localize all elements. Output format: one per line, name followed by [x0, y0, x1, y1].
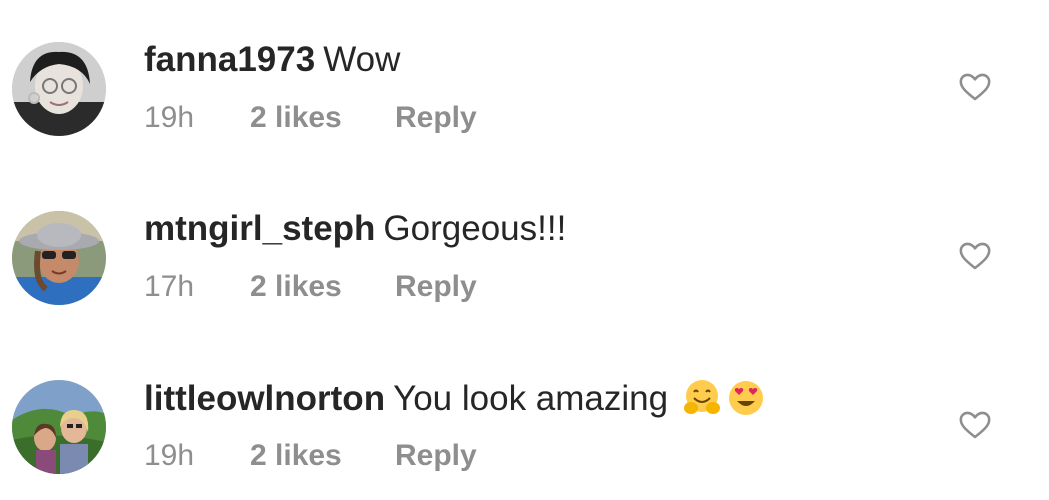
- comment-list: fanna1973 Wow 19h 2 likes Reply mtngirl_…: [0, 0, 1049, 500]
- reply-button[interactable]: Reply: [395, 100, 477, 136]
- avatar-woman-glasses-icon: [12, 42, 106, 136]
- likes-count[interactable]: 2 likes: [250, 438, 395, 474]
- avatar[interactable]: [12, 380, 106, 474]
- heart-eyes-emoji-icon: [726, 378, 766, 418]
- hugging-face-emoji-icon: [682, 378, 722, 418]
- timestamp: 19h: [144, 439, 195, 472]
- username[interactable]: littleowlnorton: [144, 379, 385, 418]
- comment-meta: 19h 2 likes Reply: [144, 100, 477, 136]
- avatar-woman-hat-sunglasses-icon: [12, 211, 106, 305]
- comment-text-line: mtngirl_steph Gorgeous!!!: [144, 209, 566, 249]
- comment-item: fanna1973 Wow 19h 2 likes Reply: [0, 22, 1049, 162]
- heart-outline-icon[interactable]: [958, 408, 992, 442]
- avatar[interactable]: [12, 42, 106, 136]
- avatar[interactable]: [12, 211, 106, 305]
- heart-outline-icon[interactable]: [958, 239, 992, 273]
- comment-meta: 19h 2 likes Reply: [144, 438, 477, 474]
- comment-item: mtngirl_steph Gorgeous!!! 17h 2 likes Reply: [0, 191, 1049, 331]
- username[interactable]: mtngirl_steph: [144, 209, 375, 248]
- reply-button[interactable]: Reply: [395, 438, 477, 474]
- likes-count[interactable]: 2 likes: [250, 269, 395, 305]
- heart-outline-icon[interactable]: [958, 70, 992, 104]
- comment-body: Wow: [323, 40, 401, 79]
- timestamp: 19h: [144, 101, 195, 134]
- comment-meta: 17h 2 likes Reply: [144, 269, 477, 305]
- comment-body: You look amazing: [393, 379, 669, 418]
- comment-body: Gorgeous!!!: [383, 209, 567, 248]
- comment-text-line: fanna1973 Wow: [144, 40, 400, 80]
- avatar-two-women-outdoors-icon: [12, 380, 106, 474]
- reply-button[interactable]: Reply: [395, 269, 477, 305]
- likes-count[interactable]: 2 likes: [250, 100, 395, 136]
- comment-item: littleowlnorton You look amazing 19h 2 l…: [0, 360, 1049, 500]
- username[interactable]: fanna1973: [144, 40, 315, 79]
- comment-text-line: littleowlnorton You look amazing: [144, 378, 766, 419]
- timestamp: 17h: [144, 270, 195, 303]
